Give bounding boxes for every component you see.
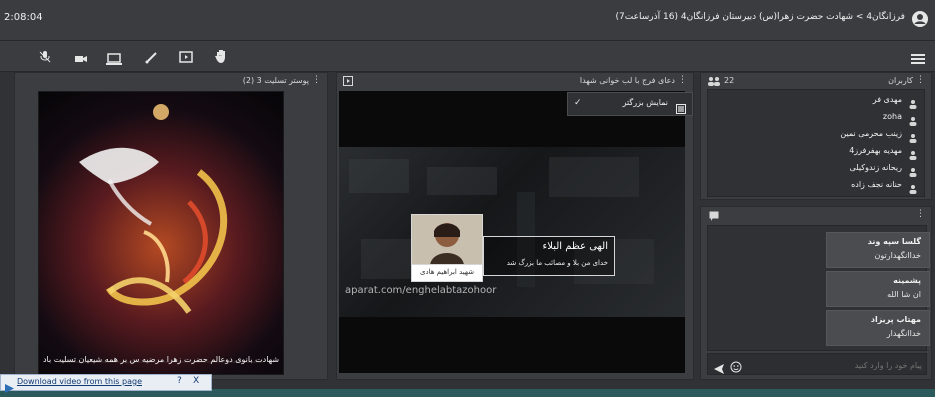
download-icon [5, 378, 14, 393]
person-name-label: شهید ابراهیم هادی [411, 264, 483, 282]
poster-caption: شهادت بانوی دوعالم حضرت زهرا مرضیه س بر … [42, 355, 280, 364]
chat-message: گلسا سپه وند خداانگهدارتون [826, 232, 930, 268]
users-title: کاربران [888, 76, 913, 85]
download-help-icon[interactable]: ? [177, 376, 182, 386]
presentation-title: پوستر تسلیت 3 (2) [242, 76, 309, 85]
video-watermark: aparat.com/enghelabtazohoor [345, 285, 497, 296]
user-row[interactable]: zoha [882, 109, 918, 126]
user-name: zoha [882, 111, 902, 121]
users-panel: 22 کاربران ⋮ مهدی فر zoha زینب محرمی نمی… [700, 72, 932, 200]
menu-icon[interactable] [911, 50, 925, 64]
poster-art [59, 104, 263, 363]
chat-message: مهتاب پریزاد خداانگهدار [826, 310, 930, 346]
chat-input[interactable] [748, 356, 924, 374]
account-icon[interactable] [911, 10, 929, 28]
person-name: شهید ابراهیم هادی [420, 268, 474, 276]
pen-icon[interactable] [144, 49, 158, 64]
screen-share-icon[interactable] [106, 50, 122, 65]
user-icon [908, 179, 918, 194]
user-name: مهدیه بهفرفرز4 [849, 145, 902, 155]
user-row[interactable]: حنانه نجف زاده [851, 177, 918, 194]
chat-header: ⋮ [701, 207, 931, 223]
prayer-card: الهی عظم البلاء خدای من بلا و مصائب ما ب… [483, 236, 615, 276]
mic-off-icon[interactable] [38, 49, 52, 63]
presentation-header: پوستر تسلیت 3 (2) ⋮ [15, 73, 327, 89]
chat-text: خداانگهدار [886, 329, 921, 338]
user-row[interactable]: زینب محرمی نمین [840, 126, 918, 143]
user-row[interactable]: مهدیه بهفرفرز4 [849, 143, 918, 160]
poster-image: شهادت بانوی دوعالم حضرت زهرا مرضیه س بر … [38, 91, 284, 375]
send-icon[interactable] [714, 359, 724, 374]
user-name: زینب محرمی نمین [840, 128, 902, 138]
user-name: مهدی فر [872, 94, 902, 104]
chat-sender: پشمینه [893, 276, 921, 285]
video-header: دعای فرج با لب خوانی شهدا ⋮ [337, 73, 693, 89]
users-count: 22 [724, 76, 735, 85]
chat-menu-icon[interactable]: ⋮ [916, 209, 925, 219]
hand-icon[interactable] [214, 48, 228, 64]
chat-messages: گلسا سپه وند خداانگهدارتون پشمینه ان شا … [707, 225, 930, 351]
user-icon [908, 94, 918, 109]
chat-message: پشمینه ان شا الله [826, 271, 930, 307]
video-menu-icon[interactable]: ⋮ [678, 75, 687, 85]
video-icon [343, 76, 353, 86]
breadcrumb: فرزانگان4 > شهادت حضرت زهرا(س) دبیرستان … [615, 12, 905, 22]
app-window: 2:08:04 فرزانگان4 > شهادت حضرت زهرا(س) د… [0, 0, 935, 393]
chat-panel: ⋮ گلسا سپه وند خداانگهدارتون پشمینه ان ش… [700, 206, 932, 380]
camera-icon[interactable] [74, 50, 88, 62]
chat-sender: مهتاب پریزاد [870, 315, 921, 324]
present-icon[interactable] [179, 49, 193, 63]
video-player[interactable]: شهید ابراهیم هادی الهی عظم البلاء خدای م… [339, 91, 685, 373]
download-link[interactable]: Download video from this page [17, 377, 142, 386]
user-icon [908, 128, 918, 143]
emoji-icon[interactable] [730, 358, 742, 373]
user-icon [908, 145, 918, 160]
fullscreen-icon [676, 99, 686, 114]
presentation-panel: پوستر تسلیت 3 (2) ⋮ شهادت بانوی دوعالم ح… [14, 72, 328, 380]
download-bar: Download video from this page ? X [0, 374, 212, 393]
chat-text: ان شا الله [887, 290, 921, 299]
video-panel: دعای فرج با لب خوانی شهدا ⋮ شهید ابراهیم… [336, 72, 694, 380]
menu-item-fullscreen[interactable]: نمایش بزرگتر [623, 98, 668, 107]
toolbar [0, 41, 935, 72]
chat-sender: گلسا سپه وند [867, 237, 921, 246]
users-menu-icon[interactable]: ⋮ [916, 75, 925, 85]
download-close-icon[interactable]: X [193, 376, 199, 386]
prayer-subtitle: خدای من بلا و مصائب ما بزرگ شد [506, 259, 608, 267]
chat-input-bar [707, 353, 927, 375]
users-header: 22 کاربران ⋮ [701, 73, 931, 89]
person-photo [411, 214, 483, 266]
users-list: مهدی فر zoha زینب محرمی نمین مهدیه بهفرف… [707, 89, 925, 197]
chat-icon [709, 211, 719, 221]
user-row[interactable]: مهدی فر [872, 92, 918, 109]
chat-text: خداانگهدارتون [874, 251, 921, 260]
presentation-menu-icon[interactable]: ⋮ [312, 75, 321, 85]
users-icon [707, 76, 721, 86]
check-icon: ✓ [574, 98, 582, 108]
prayer-title: الهی عظم البلاء [542, 241, 608, 252]
user-icon [908, 162, 918, 177]
session-time: 2:08:04 [4, 12, 43, 23]
user-name: ریحانه زندوکیلی [849, 162, 902, 172]
video-title: دعای فرج با لب خوانی شهدا [579, 76, 675, 85]
user-name: حنانه نجف زاده [851, 179, 902, 189]
user-icon [908, 111, 918, 126]
video-context-menu: ✓ نمایش بزرگتر [567, 92, 693, 116]
video-frame: شهید ابراهیم هادی الهی عظم البلاء خدای م… [339, 147, 685, 317]
top-bar: 2:08:04 فرزانگان4 > شهادت حضرت زهرا(س) د… [0, 0, 935, 41]
user-row[interactable]: ریحانه زندوکیلی [849, 160, 918, 177]
